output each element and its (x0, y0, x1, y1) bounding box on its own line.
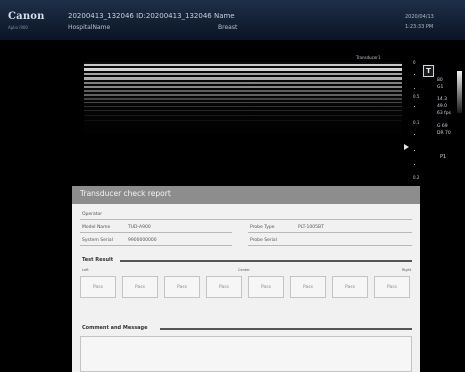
divider (248, 245, 412, 246)
preset-label: Transducer1 (356, 55, 381, 60)
depth-tick (414, 74, 415, 75)
model-label: Model Name (82, 225, 111, 230)
exam-date: 2020/04/13 (405, 14, 434, 20)
test-result-cell: Pass (164, 276, 200, 298)
depth-tick (414, 150, 415, 151)
exam-time: 1:23:33 PM (405, 24, 434, 30)
test-result-cell: Pass (206, 276, 242, 298)
depth-label: 0 (413, 60, 416, 65)
transducer-marker: T (423, 65, 434, 77)
divider (80, 245, 232, 246)
section-rule (160, 328, 412, 330)
divider (248, 232, 412, 233)
param-value: 49.0 (437, 104, 448, 109)
operator-label: Operator (82, 212, 103, 217)
position-left-label: Left (82, 268, 89, 272)
depth-tick (414, 88, 415, 89)
header-bar: Canon Aplio i900 20200413_132046 ID:2020… (0, 0, 465, 40)
test-result-cell: Pass (80, 276, 116, 298)
system-serial-value: 9900000000 (128, 238, 157, 243)
depth-tick (414, 106, 415, 107)
hospital-name: HospitalName (68, 24, 111, 31)
test-result-cell: Pass (332, 276, 368, 298)
param-value: G1 (437, 85, 444, 90)
comment-box[interactable] (80, 336, 412, 372)
report-title: Transducer check report (80, 189, 171, 198)
depth-label: 0.5 (413, 94, 420, 99)
test-result-cell: Pass (374, 276, 410, 298)
position-right-label: Right (402, 268, 412, 272)
probe-type-value: PLT-1005BT (298, 225, 324, 230)
test-result-cell: Pass (290, 276, 326, 298)
report-title-bar: Transducer check report (72, 186, 420, 204)
param-value: 63 fps (437, 111, 451, 116)
param-value: 14.3 (437, 97, 448, 102)
divider (80, 219, 412, 220)
probe-serial-label: Probe Serial (250, 238, 277, 243)
focus-marker-icon (404, 144, 409, 150)
comment-title: Comment and Message (82, 325, 148, 331)
depth-label: 0.1 (413, 120, 420, 125)
system-model: Aplio i900 (8, 25, 28, 30)
transducer-check-report: Transducer check report Operator Model N… (72, 186, 420, 372)
test-result-cell: Pass (122, 276, 158, 298)
param-value: 80 (437, 78, 443, 83)
depth-label: 0.2 (413, 175, 420, 180)
exam-type: Breast (218, 24, 238, 31)
brand-logo: Canon (8, 11, 45, 22)
patient-id-line: 20200413_132046 ID:20200413_132046 Name (68, 12, 235, 20)
depth-tick (414, 164, 415, 165)
probe-type-label: Probe Type (250, 225, 275, 230)
grayscale-bar (457, 71, 462, 113)
param-value: DR 70 (437, 131, 451, 136)
divider (80, 232, 232, 233)
model-value: TUD-A900 (128, 225, 151, 230)
param-value: G 69 (437, 124, 448, 129)
preset-number: P1 (440, 154, 447, 160)
depth-tick (414, 134, 415, 135)
position-center-label: Center (238, 268, 250, 272)
test-result-title: Test Result (82, 257, 114, 263)
test-result-cell: Pass (248, 276, 284, 298)
ultrasound-image (84, 62, 402, 134)
system-serial-label: System Serial (82, 238, 113, 243)
section-rule (120, 260, 412, 262)
depth-scale: 0 0.5 0.1 0.2 (413, 60, 419, 182)
